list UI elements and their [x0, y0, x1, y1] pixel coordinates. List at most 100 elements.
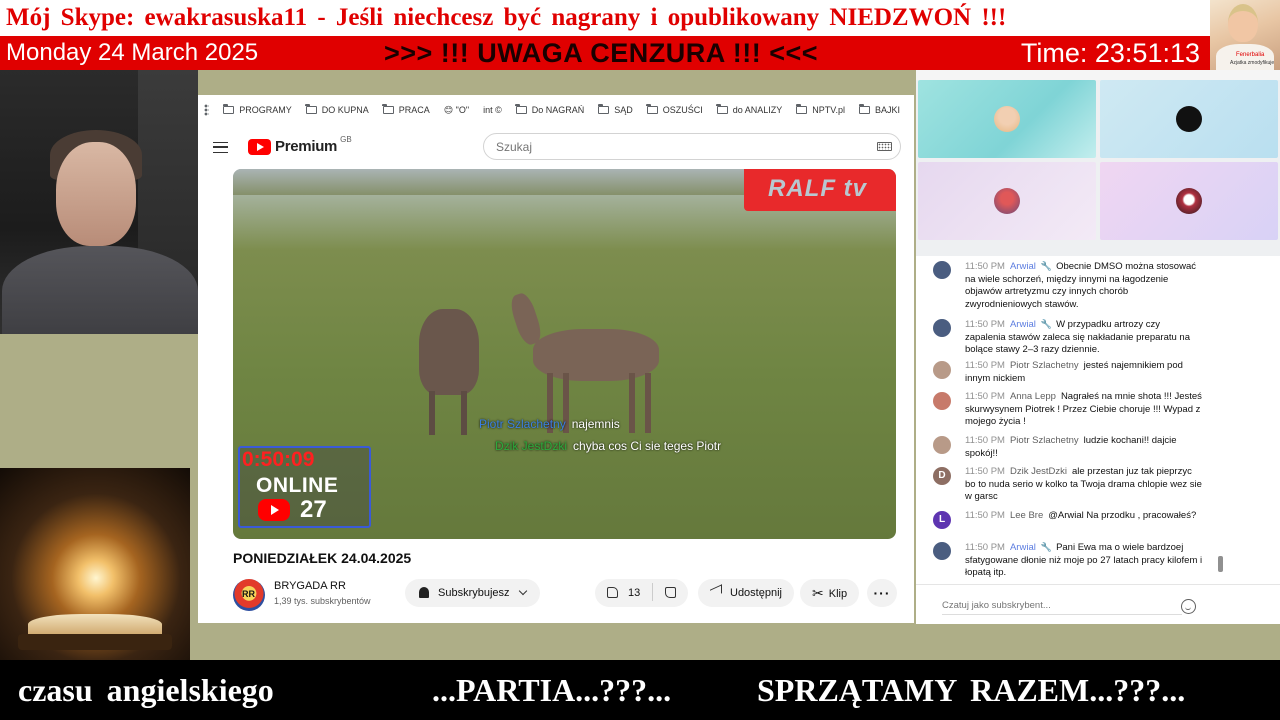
call-participants-panel [916, 70, 1280, 256]
thumbs-up-icon [607, 587, 618, 598]
hamburger-menu-icon[interactable] [213, 142, 228, 153]
bookmark-item[interactable]: PROGRAMY [222, 104, 292, 115]
moderator-wrench-icon: 🔧 [1040, 261, 1053, 271]
chat-author[interactable]: Piotr Szlachetny [1010, 435, 1079, 446]
chat-author[interactable]: Anna Lepp [1010, 391, 1056, 402]
keyboard-icon[interactable] [877, 142, 892, 151]
ticker-text: czasu angielskiego [18, 672, 274, 708]
chat-message: 11:50 PM Arwial 🔧 Obecnie DMSO można stosow… [933, 260, 1203, 311]
chat-author[interactable]: Lee Bre [1010, 510, 1043, 521]
book-cover [18, 634, 172, 650]
more-actions-button[interactable]: ··· [867, 579, 897, 607]
chat-author[interactable]: Arwial [1010, 542, 1036, 553]
viewer-count: 27 [300, 496, 327, 523]
chat-avatar[interactable] [933, 436, 951, 454]
chat-author[interactable]: Piotr Szlachetny [1010, 360, 1079, 371]
censorship-warning: >>> !!! UWAGA CENZURA !!! <<< [384, 38, 819, 68]
participant-tile[interactable] [918, 162, 1096, 240]
chat-author[interactable]: Arwial [1010, 261, 1036, 272]
overlay-chat-line: Piotr Szlachetny najemnis [479, 417, 620, 431]
chat-avatar[interactable] [933, 261, 951, 279]
participant-avatar [994, 188, 1020, 214]
chat-avatar[interactable] [933, 361, 951, 379]
chat-text: @Arwial Na przodku , pracowałeś? [1048, 510, 1197, 521]
participant-tile[interactable] [1100, 80, 1278, 158]
chat-timestamp: 11:50 PM [965, 466, 1005, 477]
like-count: 13 [628, 587, 641, 599]
chat-avatar[interactable] [933, 542, 951, 560]
youtube-icon [258, 499, 290, 521]
channel-row: RR BRYGADA RR 1,39 tys. subskrybentów Su… [233, 577, 897, 617]
apps-grid-icon[interactable] [204, 104, 210, 116]
participant-avatar [1176, 106, 1202, 132]
chat-author[interactable]: Arwial [1010, 319, 1036, 330]
chat-timestamp: 11:50 PM [965, 435, 1005, 446]
thumbs-down-icon [665, 587, 677, 598]
chat-input[interactable] [942, 600, 1182, 615]
online-label: ONLINE [256, 474, 339, 497]
host-thumb-caption: Fenerbalia [1236, 52, 1265, 58]
bookmark-item[interactable]: OSZUŚCI [646, 104, 703, 115]
bookmark-item[interactable]: DO KUPNA [305, 104, 369, 115]
chevron-down-icon [518, 586, 527, 596]
chat-message: 11:50 PM Piotr Szlachetny jesteś najemniki… [933, 360, 1203, 385]
bookmark-item[interactable]: Do NAGRAŃ [515, 104, 584, 115]
chat-timestamp: 11:50 PM [965, 319, 1005, 330]
channel-avatar[interactable]: RR [233, 579, 265, 611]
participant-tile[interactable] [1100, 162, 1278, 240]
emoji-icon[interactable] [1181, 599, 1196, 614]
bookmarks-bar: PROGRAMY DO KUPNA PRACA 😊 "O" int © Do N… [198, 95, 914, 125]
video-title: PONIEDZIAŁEK 24.04.2025 [233, 550, 412, 566]
chat-avatar[interactable]: D [933, 467, 951, 485]
bookmark-item[interactable]: int © [483, 105, 502, 115]
folder-icon [716, 104, 728, 114]
info-bar: Monday 24 March 2025 >>> !!! UWAGA CENZU… [0, 36, 1210, 70]
chat-author[interactable]: Dzik JestDzki [1010, 466, 1067, 477]
chat-avatar[interactable]: L [933, 511, 951, 529]
search-input[interactable] [483, 133, 901, 160]
open-book-image [0, 468, 190, 660]
call-header-strip [916, 70, 1280, 80]
video-player[interactable]: RALF tv Piotr Szlachetny najemnis Dzik Je… [233, 169, 896, 539]
ticker-text: SPRZĄTAMY RAZEM...???... [757, 672, 1186, 708]
host-thumb-subcaption: Azjatka zmodyfikuje [1230, 60, 1275, 66]
scissors-icon: ✂ [812, 585, 824, 601]
bookmark-item[interactable]: BAJKI [858, 104, 900, 115]
participant-tile[interactable] [918, 80, 1096, 158]
clip-button[interactable]: ✂ Klip [800, 579, 860, 607]
bookmark-item[interactable]: SĄD [597, 104, 633, 115]
participant-avatar [1176, 188, 1202, 214]
overlay-chat-line: Dzik JestDzki chyba cos Ci sie teges Piot… [495, 439, 722, 453]
subscribed-button[interactable]: Subskrybujesz [405, 579, 540, 607]
bell-icon [419, 587, 429, 598]
call-controls[interactable] [916, 242, 1280, 254]
bookmark-item[interactable]: NPTV.pl [795, 104, 845, 115]
youtube-header: Premium GB [198, 125, 914, 169]
live-chat: 11:50 PM Arwial 🔧 Obecnie DMSO można stosow… [916, 256, 1280, 624]
chat-timestamp: 11:50 PM [965, 542, 1005, 553]
folder-icon [515, 104, 527, 114]
moderator-wrench-icon: 🔧 [1040, 319, 1053, 329]
webcam-person-head [56, 142, 136, 246]
chat-message: L 11:50 PM Lee Bre @Arwial Na przodku , pra… [933, 510, 1203, 529]
bookmark-item[interactable]: PRACA [382, 104, 430, 115]
clock-label: Time: 23:51:13 [1020, 38, 1200, 68]
host-thumbnail: Fenerbalia Azjatka zmodyfikuje [1210, 0, 1280, 70]
share-icon [710, 584, 722, 599]
moderator-wrench-icon: 🔧 [1040, 542, 1053, 552]
youtube-premium-logo[interactable]: Premium GB [248, 135, 352, 155]
chat-avatar[interactable] [933, 319, 951, 337]
share-button[interactable]: Udostępnij [698, 579, 794, 607]
participant-avatar [994, 106, 1020, 132]
date-label: Monday 24 March 2025 [6, 39, 259, 66]
bookmark-item[interactable]: 😊 "O" [444, 105, 469, 116]
folder-icon [305, 104, 317, 114]
like-dislike-button[interactable]: 13 [595, 579, 689, 607]
chat-scrollbar[interactable] [1218, 556, 1223, 572]
stream-timer-box: 0:50:09 ONLINE 27 [238, 446, 371, 528]
chat-timestamp: 11:50 PM [965, 510, 1005, 521]
channel-name[interactable]: BRYGADA RR [274, 580, 346, 592]
chat-message: 11:50 PM Arwial 🔧 Pani Ewa ma o wiele bardz… [933, 541, 1203, 580]
bookmark-item[interactable]: do ANALIZY [716, 104, 782, 115]
chat-avatar[interactable] [933, 392, 951, 410]
